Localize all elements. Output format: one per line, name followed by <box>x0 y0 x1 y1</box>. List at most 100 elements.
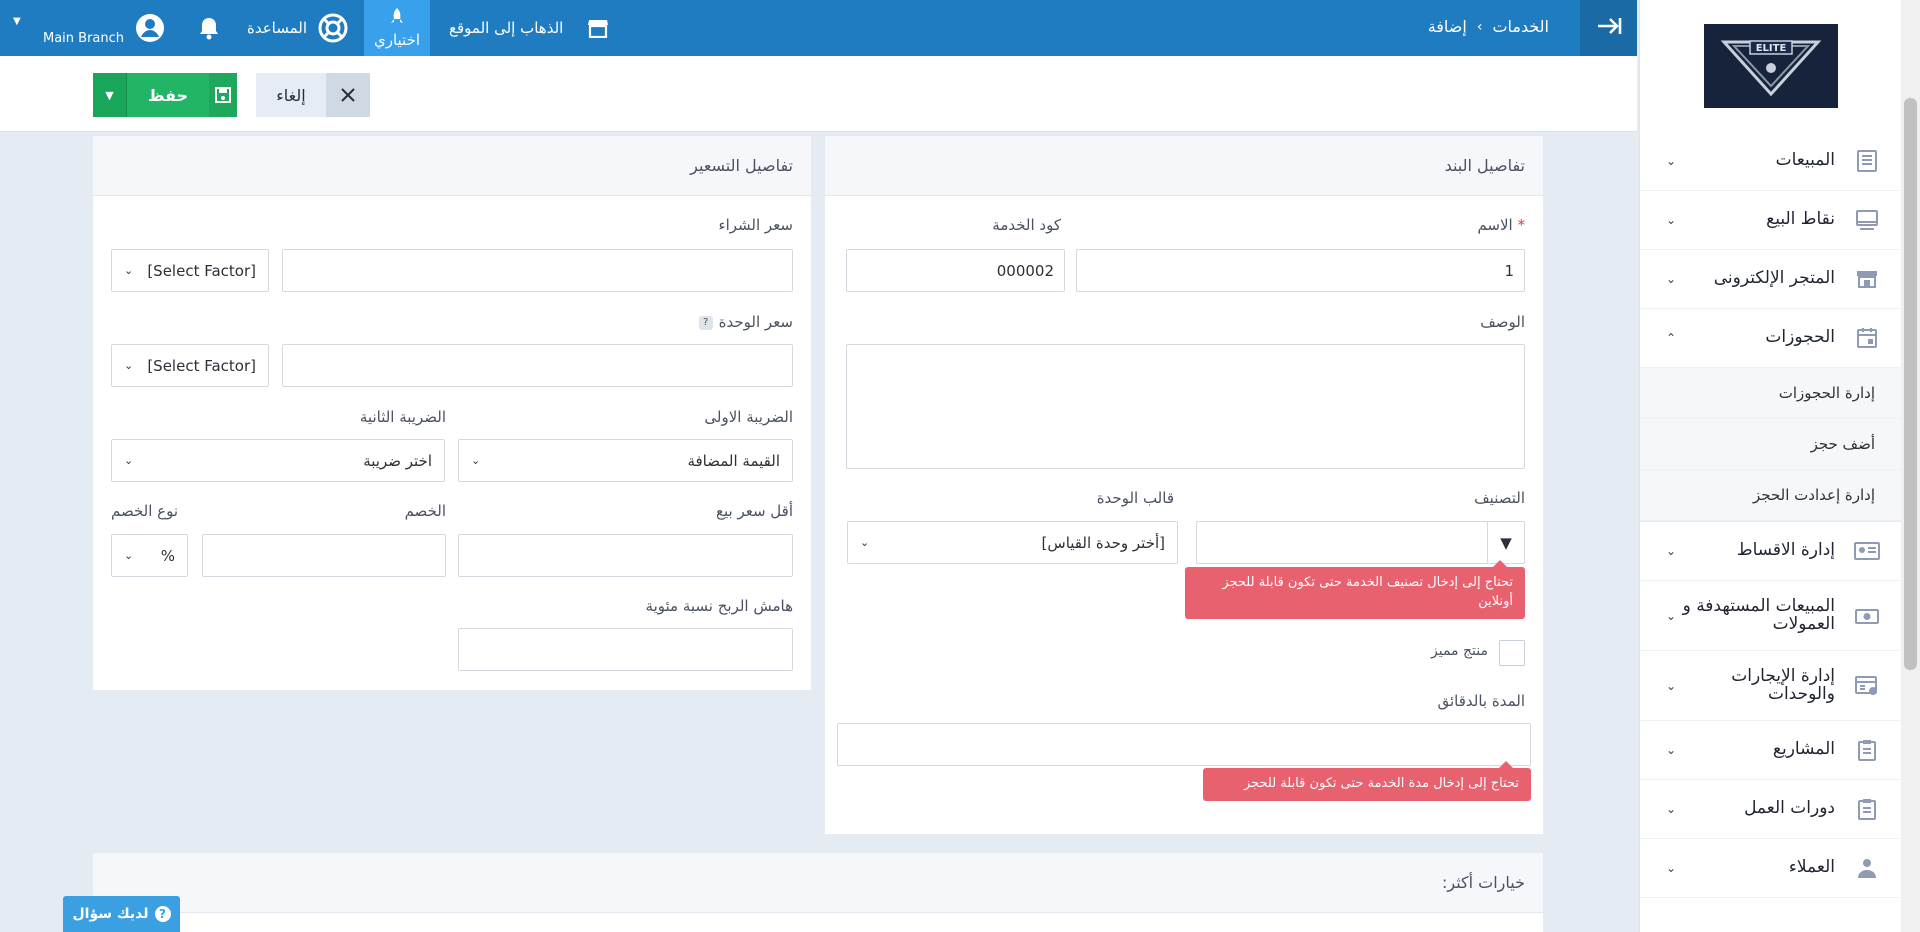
sidebar-item-bookings[interactable]: الحجوزات ⌃ <box>1640 309 1901 368</box>
storefront-icon[interactable] <box>587 18 609 42</box>
cancel-button[interactable]: إلغاء <box>256 73 326 117</box>
caret-down-icon[interactable]: ▼ <box>1487 522 1524 563</box>
top-bar: الخدمات › إضافة ▼ Main Branch المساعدة ا… <box>0 0 1637 56</box>
sidebar-item-sales[interactable]: المبيعات ⌄ <box>1640 132 1901 191</box>
sidebar-item-online-store[interactable]: المتجر الإلكترونى ⌄ <box>1640 250 1901 309</box>
rental-icon <box>1853 672 1881 700</box>
chevron-down-icon: ⌄ <box>1665 272 1676 286</box>
lifebuoy-icon[interactable] <box>318 13 348 47</box>
chevron-down-icon: ⌄ <box>1665 213 1676 227</box>
sidebar-item-rentals[interactable]: إدارة الإيجارات والوحدات ⌄ <box>1640 651 1901 721</box>
duration-input[interactable] <box>837 723 1531 766</box>
service-code-input[interactable]: 000002 <box>846 249 1065 292</box>
purchase-factor-select[interactable]: [Select Factor] ⌄ <box>111 249 269 292</box>
min-price-input[interactable] <box>458 534 793 577</box>
featured-label: منتج مميز <box>1431 643 1488 659</box>
purchase-price-input[interactable] <box>282 249 793 292</box>
category-label: التصنيف <box>1474 489 1525 507</box>
pos-icon <box>1853 206 1881 234</box>
pick-button[interactable]: اختياري <box>364 0 430 56</box>
bell-icon[interactable] <box>198 16 220 44</box>
floppy-disk-icon[interactable] <box>209 73 237 117</box>
save-button[interactable]: حفظ <box>127 73 209 117</box>
tax1-label: الضريبة الاولى <box>704 408 793 426</box>
arrow-right-icon <box>1596 16 1622 40</box>
clipboard-icon <box>1853 736 1881 764</box>
sidebar-subitem-add-booking[interactable]: أضف حجز <box>1640 419 1901 470</box>
calendar-icon <box>1853 324 1881 352</box>
discount-label: الخصم <box>404 502 446 520</box>
caret-down-icon[interactable]: ▼ <box>13 16 21 27</box>
unit-template-select[interactable]: [أختر وحدة القياس] ⌄ <box>847 521 1178 564</box>
required-asterisk: * <box>1517 216 1526 234</box>
tax1-select[interactable]: القيمة المضافة ⌄ <box>458 439 793 482</box>
duration-tooltip: تحتاج إلى إدخال مدة الخدمة حتى تكون قابل… <box>1203 761 1531 801</box>
sidebar-item-label: إدارة الاقساط <box>1736 540 1835 561</box>
sidebar-item-targeted-sales[interactable]: المبيعات المستهدفة و العمولات ⌄ <box>1640 581 1901 651</box>
store-icon <box>1853 265 1881 293</box>
description-label: الوصف <box>1480 313 1525 331</box>
close-icon[interactable] <box>326 73 370 117</box>
tax2-select[interactable]: اختر ضريبة ⌄ <box>111 439 445 482</box>
discount-type-select[interactable]: % ⌄ <box>111 534 188 577</box>
unit-template-value: [أختر وحدة القياس] <box>1041 533 1165 552</box>
sidebar-subitem-manage-bookings[interactable]: إدارة الحجوزات <box>1640 368 1901 419</box>
sidebar-subitem-booking-settings[interactable]: إدارة إعدادت الحجز <box>1640 470 1901 521</box>
chevron-left-icon: › <box>1476 18 1483 35</box>
receipt-icon <box>1853 147 1881 175</box>
user-avatar-icon[interactable] <box>135 13 165 47</box>
save-button-group: ▼ حفظ <box>93 73 237 117</box>
page-scrollbar[interactable] <box>1901 0 1920 932</box>
item-details-panel: تفاصيل البند * الاسم 1 كود الخدمة 000002… <box>825 136 1543 834</box>
featured-checkbox[interactable] <box>1499 640 1525 666</box>
item-details-title: تفاصيل البند <box>825 136 1543 196</box>
sidebar-item-clients[interactable]: العملاء ⌄ <box>1640 839 1901 898</box>
sidebar-item-workflows[interactable]: دورات العمل ⌄ <box>1640 780 1901 839</box>
ask-question-button[interactable]: ? لديك سؤال <box>63 896 180 932</box>
chevron-down-icon: ⌄ <box>1665 544 1676 558</box>
sidebar-item-pos[interactable]: نقاط البيع ⌄ <box>1640 191 1901 250</box>
question-circle-icon: ? <box>154 906 171 922</box>
breadcrumb: الخدمات › إضافة <box>1428 17 1549 36</box>
sidebar-item-projects[interactable]: المشاريع ⌄ <box>1640 721 1901 780</box>
chevron-down-icon: ⌄ <box>124 549 134 562</box>
sidebar-item-label: المبيعات المستهدفة و العمولات <box>1682 595 1835 634</box>
sidebar-item-installments[interactable]: إدارة الاقساط ⌄ <box>1640 522 1901 581</box>
purchase-factor-value: [Select Factor] <box>147 261 256 280</box>
pricing-panel: تفاصيل التسعير سعر الشراء [Select Factor… <box>93 136 811 690</box>
scrollbar-thumb[interactable] <box>1904 98 1917 670</box>
name-label-text: الاسم <box>1477 216 1513 234</box>
service-code-label: كود الخدمة <box>992 216 1061 234</box>
goto-site-link[interactable]: الذهاب إلى الموقع <box>449 19 563 37</box>
menu-toggle-button[interactable] <box>1580 0 1637 56</box>
rocket-icon <box>389 7 405 31</box>
save-options-dropdown[interactable]: ▼ <box>93 73 127 117</box>
unit-price-input[interactable] <box>282 344 793 387</box>
more-options-panel: خيارات أكثر: <box>93 853 1543 932</box>
more-options-title: خيارات أكثر: <box>93 853 1543 913</box>
company-logo[interactable]: ELITE <box>1703 24 1838 108</box>
discount-type-value: % <box>160 546 175 565</box>
tax2-label: الضريبة الثانية <box>359 408 446 426</box>
breadcrumb-services[interactable]: الخدمات <box>1492 17 1549 36</box>
bookings-submenu: إدارة الحجوزات أضف حجز إدارة إعدادت الحج… <box>1640 368 1901 522</box>
svg-text:ELITE: ELITE <box>1755 43 1786 54</box>
category-select[interactable]: ▼ <box>1196 521 1525 564</box>
chevron-up-icon: ⌃ <box>1665 331 1676 345</box>
margin-input[interactable] <box>458 628 793 671</box>
name-label: * الاسم <box>1477 216 1525 234</box>
breadcrumb-add: إضافة <box>1427 17 1467 36</box>
unit-factor-select[interactable]: [Select Factor] ⌄ <box>111 344 269 387</box>
help-link[interactable]: المساعدة <box>247 19 307 37</box>
discount-input[interactable] <box>202 534 446 577</box>
sidebar-item-label: نقاط البيع <box>1766 209 1835 230</box>
action-bar: ▼ حفظ إلغاء <box>0 56 1637 132</box>
branch-selector[interactable]: Main Branch <box>43 31 124 46</box>
description-textarea[interactable] <box>846 344 1525 469</box>
chevron-down-icon: ⌄ <box>1665 743 1676 757</box>
name-input[interactable]: 1 <box>1076 249 1525 292</box>
unit-factor-value: [Select Factor] <box>147 356 256 375</box>
purchase-price-label: سعر الشراء <box>718 216 793 234</box>
discount-type-label: نوع الخصم <box>111 502 179 520</box>
question-icon[interactable]: ? <box>698 315 713 330</box>
